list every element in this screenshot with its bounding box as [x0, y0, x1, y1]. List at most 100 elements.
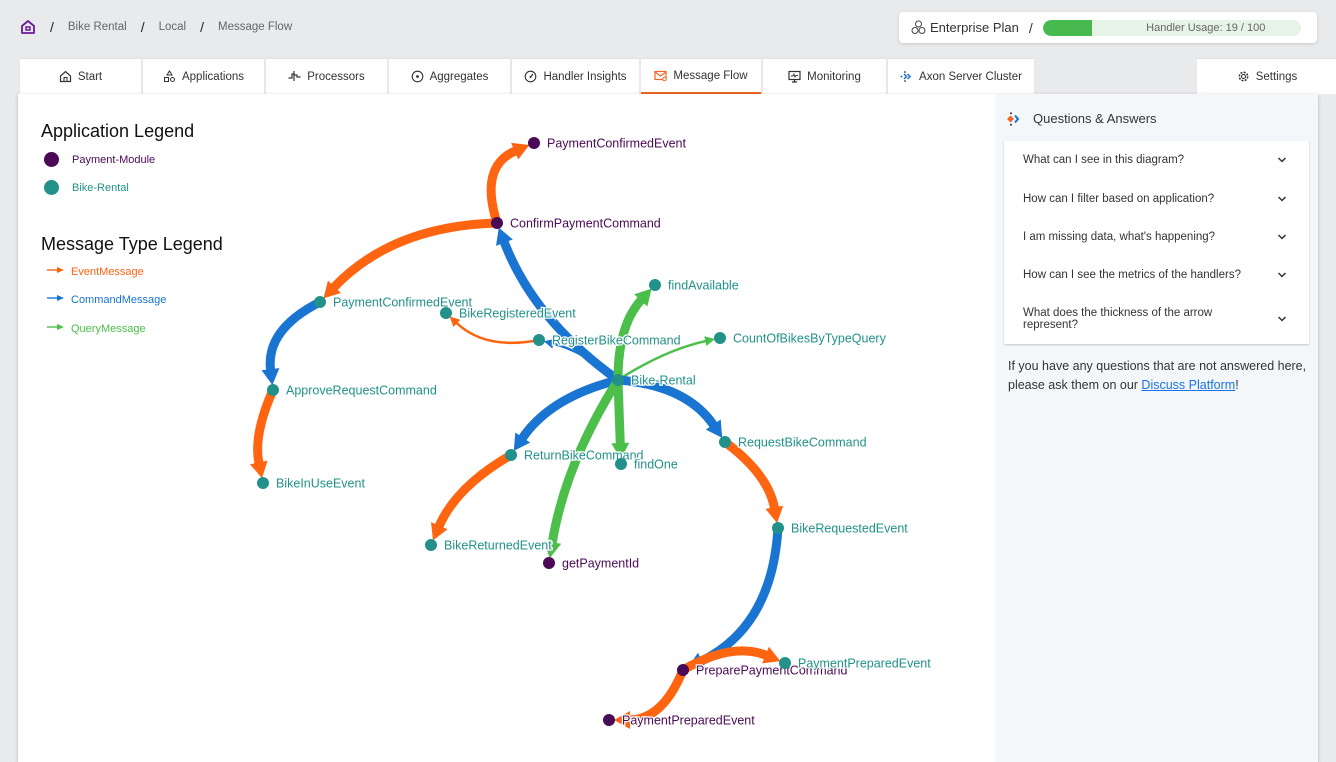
tab-start[interactable]: Start [20, 59, 141, 94]
node-label: CountOfBikesByTypeQuery [733, 332, 887, 346]
graph-node[interactable]: BikeRequestedEvent [772, 520, 910, 537]
node-label: BikeInUseEvent [276, 477, 365, 491]
node-dot[interactable] [677, 664, 689, 676]
node-dot[interactable] [772, 522, 784, 534]
tab-label: Settings [1255, 70, 1298, 83]
arrowhead-query [704, 336, 716, 347]
message-flow-diagram[interactable]: PaymentConfirmedEvent ConfirmPaymentComma… [18, 94, 995, 762]
main-tabs: Start Applications Processors Aggregates… [20, 59, 1036, 94]
edge-query-BikeRental-to-findOne[interactable] [613, 379, 625, 445]
tab-label: Processors [307, 70, 365, 83]
tab-processors[interactable]: Processors [266, 59, 387, 94]
node-dot[interactable] [615, 458, 627, 470]
legend-item-query-message[interactable]: QueryMessage [47, 323, 146, 335]
arrowhead-event [249, 460, 268, 479]
qa-item[interactable]: What can I see in this diagram? [1004, 141, 1309, 179]
breadcrumb-item[interactable]: Local [159, 21, 187, 33]
tab-axon-server-cluster[interactable]: Axon Server Cluster [888, 59, 1034, 94]
node-dot[interactable] [425, 539, 437, 551]
message-flow-graph[interactable]: PaymentConfirmedEvent ConfirmPaymentComma… [18, 94, 995, 762]
breadcrumb-item-current: Message Flow [217, 21, 293, 33]
chevron-down-icon[interactable] [1277, 234, 1287, 241]
node-label: PaymentPreparedEvent [622, 714, 755, 728]
node-dot[interactable] [649, 279, 661, 291]
tab-handler-insights[interactable]: Handler Insights [512, 59, 639, 94]
mail-icon [654, 69, 668, 82]
edge-event-ConfirmPaymentCommand-to-br_PaymentConfirmedEvent[interactable] [330, 218, 498, 291]
qa-item[interactable]: How can I see the metrics of the handler… [1004, 256, 1309, 294]
edge-command-br_PaymentConfirmedEvent-to-ApproveRequestCommand[interactable] [265, 297, 323, 371]
handler-usage-bar: Handler Usage: 19 / 100 [1042, 19, 1301, 36]
graph-node[interactable]: ConfirmPaymentCommand [491, 215, 662, 232]
node-dot[interactable] [314, 296, 326, 308]
chevron-down-icon[interactable] [1277, 272, 1287, 279]
qa-item[interactable]: What does the thickness of the arrow rep… [1004, 294, 1309, 344]
chevron-down-icon[interactable] [1277, 316, 1287, 323]
graph-node[interactable]: PaymentConfirmedEvent [314, 294, 474, 311]
home-icon[interactable] [20, 19, 36, 35]
graph-node[interactable]: BikeRegisteredEvent [440, 305, 578, 322]
graph-node[interactable]: RegisterBikeCommand [533, 332, 682, 349]
node-dot[interactable] [257, 477, 269, 489]
edge-event-RequestBikeCommand-to-BikeRequestedEvent[interactable] [722, 438, 779, 510]
edge-event-PreparePaymentCommand-to-pm_PaymentPreparedEvent[interactable] [628, 668, 688, 725]
graph-node[interactable]: RequestBikeCommand [719, 434, 868, 451]
node-dot[interactable] [505, 449, 517, 461]
tab-aggregates[interactable]: Aggregates [389, 59, 510, 94]
graph-node[interactable]: BikeReturnedEvent [425, 537, 553, 554]
node-dot[interactable] [267, 384, 279, 396]
breadcrumb-item[interactable]: Bike Rental [68, 21, 127, 33]
plan-usage-box: Enterprise Plan / Handler Usage: 19 / 10… [899, 12, 1317, 43]
legend-item-event-message[interactable]: EventMessage [47, 266, 144, 278]
graph-node[interactable]: findAvailable [649, 277, 740, 294]
home-icon [59, 70, 72, 83]
edge-event-RegisterBikeCommand-to-BikeRegisteredEvent[interactable] [455, 321, 540, 345]
node-dot[interactable] [714, 332, 726, 344]
legend-label: EventMessage [71, 266, 144, 278]
graph-node[interactable]: ApproveRequestCommand [267, 382, 438, 399]
plan-label[interactable]: Enterprise Plan [930, 20, 1019, 35]
graph-node[interactable]: BikeInUseEvent [257, 475, 367, 492]
event-arrow-icon [47, 267, 65, 276]
node-dot[interactable] [543, 557, 555, 569]
node-dot[interactable] [779, 657, 791, 669]
chevron-down-icon[interactable] [1277, 195, 1287, 202]
breadcrumb-separator: / [200, 19, 204, 35]
graph-node[interactable]: getPaymentId [543, 555, 640, 572]
graph-node[interactable]: PaymentPreparedEvent [779, 655, 932, 672]
tab-applications[interactable]: Applications [143, 59, 264, 94]
graph-node[interactable]: CountOfBikesByTypeQuery [714, 330, 888, 347]
node-dot[interactable] [491, 217, 503, 229]
node-dot[interactable] [719, 436, 731, 448]
graph-node[interactable]: PaymentConfirmedEvent [528, 135, 688, 152]
node-dot[interactable] [440, 307, 452, 319]
tab-message-flow[interactable]: Message Flow [641, 59, 761, 94]
qa-item[interactable]: How can I filter based on application? [1004, 179, 1309, 218]
edge-command-BikeRequestedEvent-to-PreparePaymentCommand[interactable] [699, 527, 783, 666]
edge-event-ConfirmPaymentCommand-to-pm_PaymentConfirmedEvent[interactable] [486, 146, 518, 225]
query-arrow-icon [47, 324, 65, 333]
qa-title: Questions & Answers [1033, 111, 1157, 126]
axon-qa-icon [1005, 111, 1023, 126]
node-dot[interactable] [603, 714, 615, 726]
node-dot[interactable] [528, 137, 540, 149]
legend-label: CommandMessage [71, 294, 167, 306]
qa-item[interactable]: I am missing data, what's happening? [1004, 218, 1309, 256]
discuss-platform-link[interactable]: Discuss Platform [1141, 378, 1235, 392]
tab-settings[interactable]: Settings [1197, 59, 1336, 94]
command-arrow-icon [47, 295, 65, 304]
legend-item-bike-rental[interactable]: Bike-Rental [44, 180, 129, 195]
tab-monitoring[interactable]: Monitoring [763, 59, 886, 94]
legend-item-command-message[interactable]: CommandMessage [47, 294, 166, 306]
chevron-down-icon[interactable] [1277, 157, 1287, 164]
edge-event-ApproveRequestCommand-to-BikeInUseEvent[interactable] [253, 388, 278, 465]
tab-label: Axon Server Cluster [919, 70, 1022, 83]
node-label: getPaymentId [562, 557, 639, 571]
legend-item-payment-module[interactable]: Payment-Module [44, 152, 155, 167]
handler-usage-label: Handler Usage: 19 / 100 [1146, 21, 1266, 34]
node-dot[interactable] [533, 334, 545, 346]
graph-node[interactable]: findOne [615, 456, 679, 473]
graph-node[interactable]: PaymentPreparedEvent [603, 712, 756, 729]
edge-event-ReturnBikeCommand-to-BikeReturnedEvent[interactable] [434, 451, 514, 529]
node-dot[interactable] [612, 374, 624, 386]
